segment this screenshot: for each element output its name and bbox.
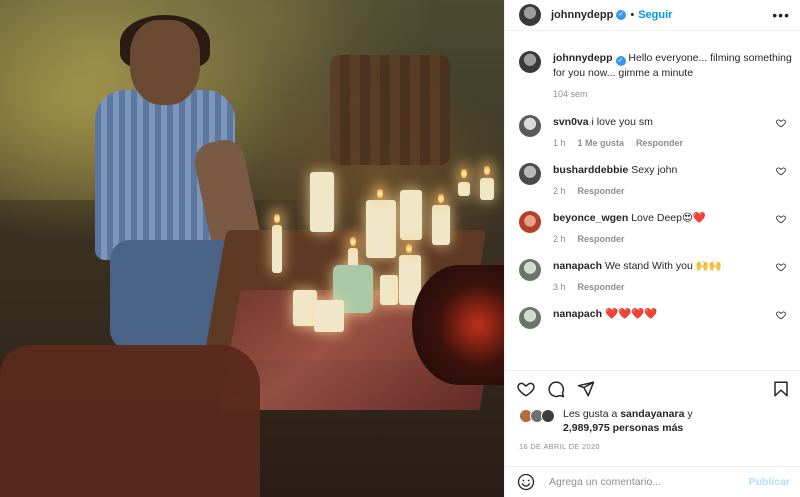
comment-item: beyonce_wgen Love Deep😍❤️ 2 h Responder (519, 211, 792, 244)
follow-button[interactable]: Seguir (638, 9, 672, 21)
photo-barrel (330, 55, 450, 165)
reply-button[interactable]: Responder (636, 138, 683, 148)
comment-age[interactable]: 2 h (553, 186, 566, 196)
post-header: johnnydepp ✓ • Seguir ••• (505, 0, 800, 31)
commenter-avatar[interactable] (519, 307, 541, 329)
photo-candle (314, 300, 344, 332)
author-avatar[interactable] (519, 51, 541, 73)
likes-text: Les gusta a sandayanara y 2,989,975 pers… (563, 407, 693, 435)
post-caption: johnnydepp ✓ Hello everyone... filming so… (519, 51, 792, 99)
liker-avatar (541, 409, 555, 423)
photo-candle (272, 225, 282, 273)
comment-item: busharddebbie Sexy john 2 h Responder (519, 163, 792, 196)
caption-text: johnnydepp ✓ Hello everyone... filming so… (553, 51, 792, 80)
liker-username[interactable]: sandayanara (620, 408, 684, 420)
photo-candle (366, 200, 396, 258)
caption-username[interactable]: johnnydepp (553, 52, 613, 64)
comment-age[interactable]: 2 h (553, 234, 566, 244)
comment-text: busharddebbie Sexy john (553, 163, 792, 177)
comment-body: We stand With you 🙌🙌 (604, 260, 722, 272)
post-sidebar: johnnydepp ✓ • Seguir ••• johnnydepp ✓ He… (504, 0, 800, 497)
comments-list[interactable]: johnnydepp ✓ Hello everyone... filming so… (505, 31, 800, 370)
comment-input[interactable] (549, 476, 749, 488)
comment-heart-icon[interactable] (776, 118, 786, 128)
verified-badge-icon: ✓ (615, 56, 626, 66)
comment-text: svn0va i love you sm (553, 115, 792, 129)
caption-meta: 104 sem (553, 89, 792, 99)
comment-heart-icon[interactable] (776, 214, 786, 224)
verified-badge-icon: ✓ (616, 10, 627, 20)
commenter-username[interactable]: beyonce_wgen (553, 212, 628, 224)
comment-text: nanapach We stand With you 🙌🙌 (553, 259, 792, 273)
likes-count[interactable]: 2,989,975 personas más (563, 422, 683, 434)
photo-flame (406, 243, 412, 253)
likes-prefix: Les gusta a (563, 408, 618, 420)
commenter-username[interactable]: nanapach (553, 308, 602, 320)
comment-heart-icon[interactable] (776, 166, 786, 176)
comment-text: nanapach ❤️❤️❤️❤️ (553, 307, 792, 321)
commenter-username[interactable]: nanapach (553, 260, 602, 272)
comment-item: nanapach ❤️❤️❤️❤️ (519, 307, 792, 329)
photo-flame (350, 236, 356, 246)
comment-like-count[interactable]: 1 Me gusta (578, 138, 625, 148)
comment-icon[interactable] (547, 380, 565, 398)
post-photo[interactable] (0, 0, 504, 497)
post-date[interactable]: 16 DE ABRIL DE 2020 (519, 442, 600, 451)
more-options-icon[interactable]: ••• (772, 8, 790, 22)
author-avatar[interactable] (519, 4, 541, 26)
comment-item: svn0va i love you sm 1 h 1 Me gusta Resp… (519, 115, 792, 148)
comment-meta: 2 h Responder (553, 234, 792, 244)
bookmark-icon[interactable] (772, 380, 790, 398)
comment-meta: 3 h Responder (553, 282, 792, 292)
commenter-username[interactable]: svn0va (553, 116, 589, 128)
comment-item: nanapach We stand With you 🙌🙌 3 h Respon… (519, 259, 792, 292)
post-actions-bar (505, 370, 800, 406)
photo-flame (484, 165, 490, 175)
comment-heart-icon[interactable] (776, 310, 786, 320)
commenter-avatar[interactable] (519, 115, 541, 137)
reply-button[interactable]: Responder (578, 282, 625, 292)
photo-candle (380, 275, 398, 305)
photo-flame (461, 168, 467, 178)
comment-meta: 1 h 1 Me gusta Responder (553, 138, 792, 148)
likes-summary: Les gusta a sandayanara y 2,989,975 pers… (519, 407, 790, 435)
comment-body: ❤️❤️❤️❤️ (604, 308, 658, 320)
comment-meta: 2 h Responder (553, 186, 792, 196)
photo-flame (438, 193, 444, 203)
comment-heart-icon[interactable] (776, 262, 786, 272)
comment-composer: Publicar (505, 466, 800, 497)
separator-dot: • (630, 9, 635, 21)
share-icon[interactable] (577, 380, 595, 398)
photo-flame (274, 213, 280, 223)
photo-candle (432, 205, 450, 245)
heart-icon[interactable] (517, 380, 535, 398)
post-comment-button[interactable]: Publicar (749, 476, 790, 488)
likes-conjunction: y (687, 408, 693, 420)
commenter-avatar[interactable] (519, 259, 541, 281)
photo-candle (310, 172, 334, 232)
commenter-username[interactable]: busharddebbie (553, 164, 628, 176)
comment-age[interactable]: 3 h (553, 282, 566, 292)
photo-flame (377, 188, 383, 198)
likers-avatar-stack[interactable] (519, 409, 559, 423)
reply-button[interactable]: Responder (578, 186, 625, 196)
photo-chair (0, 345, 260, 497)
caption-age[interactable]: 104 sem (553, 89, 588, 99)
comment-body: Love Deep😍❤️ (631, 212, 707, 224)
reply-button[interactable]: Responder (578, 234, 625, 244)
photo-red-lamp (412, 265, 504, 385)
photo-candle (458, 182, 470, 196)
commenter-avatar[interactable] (519, 211, 541, 233)
comment-text: beyonce_wgen Love Deep😍❤️ (553, 211, 792, 225)
comment-body: Sexy john (631, 164, 678, 176)
comment-body: i love you sm (591, 116, 653, 128)
commenter-avatar[interactable] (519, 163, 541, 185)
author-username[interactable]: johnnydepp (551, 9, 613, 21)
comment-age[interactable]: 1 h (553, 138, 566, 148)
photo-candle (400, 190, 422, 240)
photo-candle (480, 178, 494, 200)
emoji-icon[interactable] (517, 473, 535, 491)
